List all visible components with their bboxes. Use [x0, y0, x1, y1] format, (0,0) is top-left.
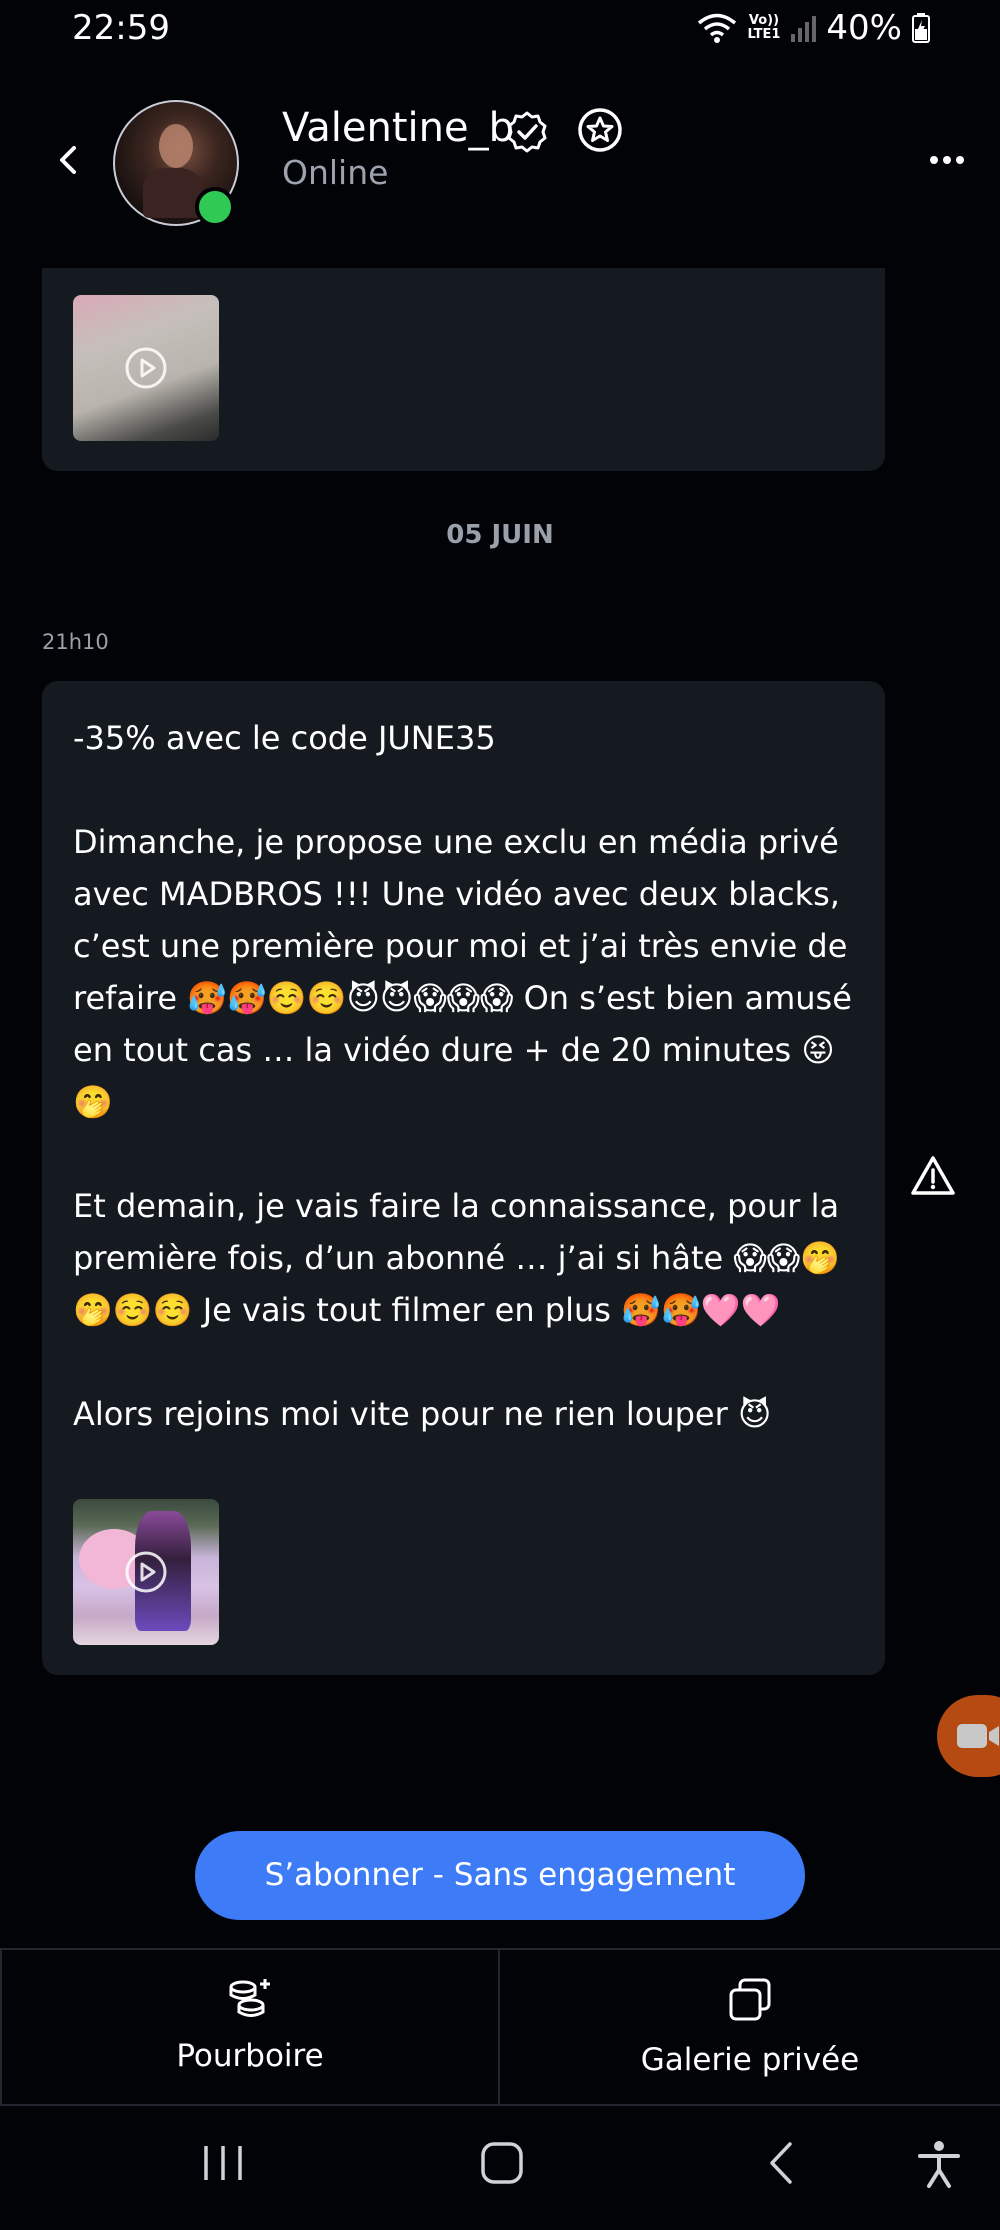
battery-percent: 40% [826, 8, 902, 48]
online-status: Online [282, 153, 389, 192]
video-thumbnail[interactable] [73, 1499, 219, 1645]
video-call-icon [957, 1724, 999, 1748]
network-type: Vo)) LTE1 [747, 14, 780, 42]
chat-screen: 22:59 Vo)) LTE1 40% Valentine_b Online 0… [0, 0, 1000, 2230]
video-call-button[interactable] [937, 1695, 1000, 1777]
system-nav-bar [0, 2108, 1000, 2230]
status-bar: 22:59 Vo)) LTE1 40% [0, 0, 1000, 60]
network-lte: LTE1 [747, 27, 781, 42]
private-gallery-button[interactable]: Galerie privée [500, 1950, 1000, 2106]
nav-back-icon[interactable] [760, 2140, 806, 2186]
tip-button[interactable]: Pourboire [0, 1950, 500, 2106]
subscribe-button[interactable]: S’abonner - Sans engagement [195, 1831, 805, 1920]
date-separator: 05 JUIN [446, 520, 554, 550]
video-thumbnail[interactable] [73, 295, 219, 441]
avatar-body [143, 168, 203, 218]
gallery-label: Galerie privée [640, 2042, 860, 2078]
more-options-button[interactable] [930, 150, 970, 170]
message-bubble-previous [42, 268, 885, 471]
wifi-icon [697, 12, 737, 44]
battery-icon [912, 13, 930, 43]
message-time: 21h10 [42, 630, 109, 654]
home-icon[interactable] [479, 2140, 525, 2186]
more-icon [956, 156, 964, 164]
tip-label: Pourboire [176, 2038, 324, 2074]
more-icon [943, 156, 951, 164]
more-icon [930, 156, 938, 164]
message-text: -35% avec le code JUNE35 Dimanche, je pr… [73, 719, 852, 1433]
play-icon [125, 1551, 167, 1593]
status-indicators: Vo)) LTE1 40% [697, 8, 930, 48]
star-icon[interactable] [577, 107, 623, 153]
accessibility-icon[interactable] [916, 2140, 962, 2190]
avatar-face [159, 124, 193, 168]
signal-icon [790, 14, 817, 42]
status-time: 22:59 [72, 8, 170, 48]
recent-apps-icon[interactable] [200, 2140, 246, 2186]
online-indicator [195, 187, 235, 227]
username[interactable]: Valentine_b [282, 105, 514, 151]
gallery-icon [729, 1978, 771, 2021]
play-icon [125, 347, 167, 389]
warning-icon[interactable] [910, 1155, 956, 1197]
verified-icon [507, 111, 547, 153]
network-volte: Vo)) [748, 13, 780, 28]
message-bubble: -35% avec le code JUNE35 Dimanche, je pr… [42, 681, 885, 1675]
chat-header: Valentine_b Online [0, 95, 1000, 235]
back-button[interactable] [50, 140, 90, 180]
coins-plus-icon [229, 1979, 270, 2017]
back-arrow-icon [60, 146, 76, 174]
bottom-action-bar: Pourboire Galerie privée [0, 1948, 1000, 2106]
